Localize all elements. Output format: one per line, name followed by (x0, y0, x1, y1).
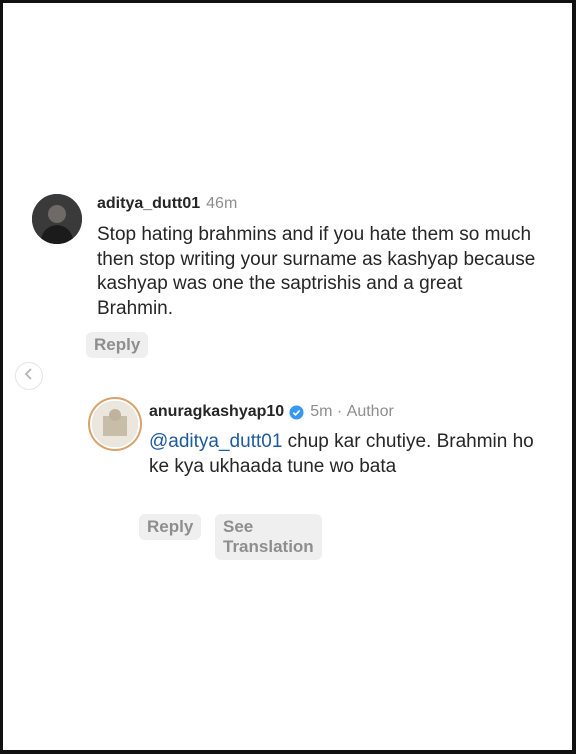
comment-text: @aditya_dutt01 chup kar chutiye. Brahmin… (149, 430, 539, 479)
reply-button[interactable]: Reply (139, 514, 202, 540)
username[interactable]: aditya_dutt01 (97, 195, 200, 212)
reply-button[interactable]: Reply (86, 332, 149, 358)
chevron-left-icon (23, 367, 35, 385)
separator: · (336, 403, 343, 420)
username[interactable]: anuragkashyap10 (149, 403, 284, 421)
page-frame (3, 3, 572, 750)
timestamp: 5m (310, 403, 333, 420)
comment-header: anuragkashyap10 5m · Author (149, 403, 394, 421)
carousel-prev-button[interactable] (15, 362, 43, 390)
verified-badge-icon (289, 404, 304, 420)
comment-text: Stop hating brahmins and if you hate the… (97, 224, 536, 319)
avatar[interactable] (92, 401, 138, 447)
comment-header: aditya_dutt01 46m (97, 195, 237, 213)
mention-link[interactable]: @aditya_dutt01 (149, 431, 282, 452)
author-label: Author (346, 403, 394, 420)
see-translation-button[interactable]: See Translation (215, 514, 322, 560)
avatar[interactable] (32, 194, 82, 244)
timestamp: 46m (206, 195, 238, 212)
